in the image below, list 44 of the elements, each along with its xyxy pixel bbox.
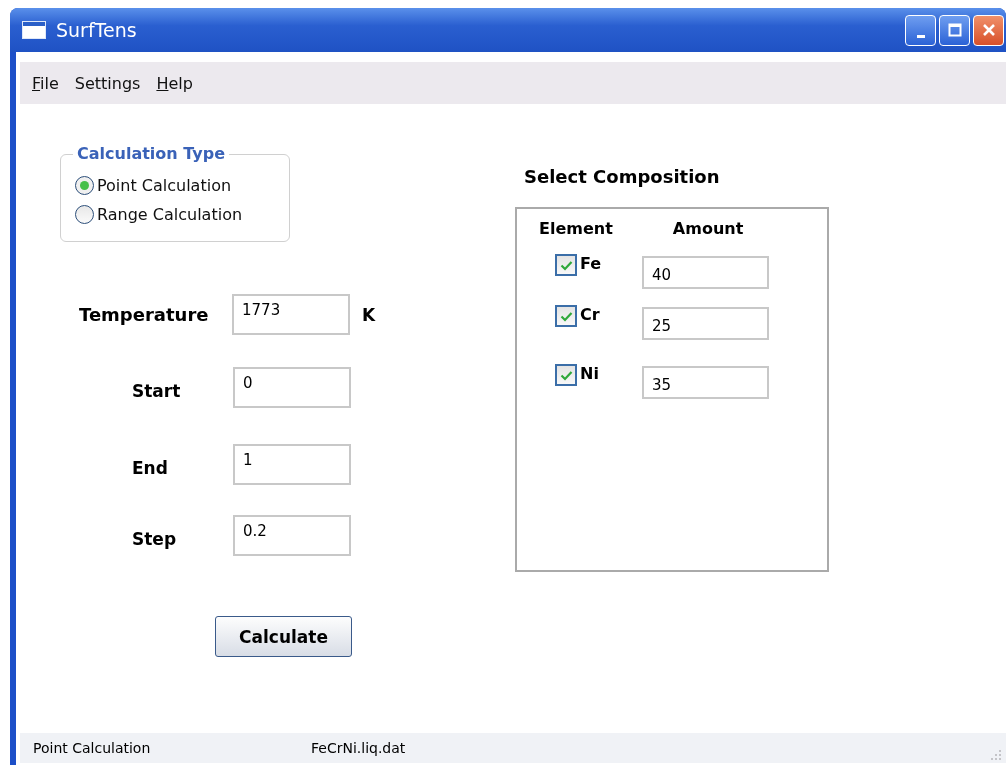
- menu-item[interactable]: Settings: [74, 73, 141, 93]
- close-icon: [981, 23, 996, 37]
- temperature-label: Temperature: [79, 304, 210, 325]
- status-text: Point Calculation: [33, 740, 152, 756]
- minimize-icon: [916, 34, 925, 38]
- resize-grip-icon[interactable]: [990, 749, 1002, 761]
- temperature-field[interactable]: 1773: [232, 294, 350, 335]
- amount-field[interactable]: 25: [642, 307, 769, 340]
- unit-label: K: [362, 304, 376, 325]
- radio-button[interactable]: [75, 205, 94, 224]
- checkmark-icon: [559, 259, 573, 271]
- calculate-button[interactable]: Calculate: [215, 616, 352, 657]
- checkmark-icon: [559, 369, 573, 381]
- checkbox[interactable]: [555, 364, 577, 386]
- field-label: End: [132, 456, 169, 478]
- element-label: Ni: [580, 364, 600, 383]
- window-icon: [22, 21, 46, 39]
- section-title: Select Composition: [524, 166, 721, 187]
- element-label: Cr: [580, 305, 601, 324]
- radio-label: Range Calculation: [97, 205, 243, 224]
- menu-item[interactable]: File: [32, 73, 59, 93]
- amount-field[interactable]: 35: [642, 366, 769, 399]
- group-title: Calculation Type: [73, 144, 229, 163]
- field-label: Step: [132, 527, 178, 549]
- column-header: Element: [539, 219, 613, 238]
- checkbox[interactable]: [555, 305, 577, 327]
- checkmark-icon: [559, 310, 573, 322]
- maximize-icon: [947, 23, 962, 37]
- menu-item[interactable]: Help: [156, 73, 193, 93]
- column-header: Amount: [672, 219, 744, 238]
- element-label: Fe: [580, 254, 603, 273]
- maximize-button[interactable]: [939, 14, 970, 46]
- amount-field[interactable]: 40: [642, 256, 769, 289]
- input-field[interactable]: 1: [233, 444, 351, 485]
- close-button[interactable]: [973, 14, 1004, 46]
- checkbox[interactable]: [555, 254, 577, 276]
- radio-button[interactable]: [75, 176, 94, 195]
- radio-label: Point Calculation: [97, 176, 232, 195]
- window-title: SurfTens: [56, 19, 137, 41]
- status-text: FeCrNi.liq.dat: [311, 740, 406, 756]
- field-label: Start: [132, 379, 182, 401]
- input-field[interactable]: 0.2: [233, 515, 351, 556]
- minimize-button[interactable]: [905, 14, 936, 46]
- input-field[interactable]: 0: [233, 367, 351, 408]
